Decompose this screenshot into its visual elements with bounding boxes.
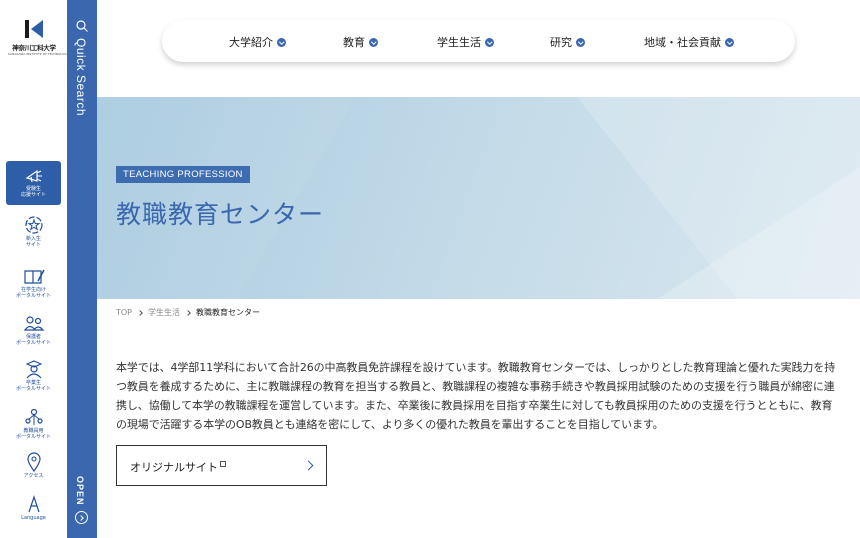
nav-item-label: 地域・社会貢献 (644, 36, 721, 49)
chevron-right-icon (137, 309, 143, 316)
parents-icon (23, 313, 45, 333)
sidebar-item-label: 卒業生 ポータルサイト (15, 380, 51, 392)
breadcrumb-top[interactable]: TOP (116, 308, 132, 317)
logo-mark-icon (23, 18, 45, 40)
sidebar-item-label: 新入生 サイト (25, 236, 41, 248)
logo-sub: KANAGAWA INSTITUTE OF TECHNOLOGY (8, 52, 69, 56)
original-site-label: オリジナルサイト (130, 459, 226, 475)
letter-a-icon (23, 494, 45, 514)
open-label[interactable]: OPEN (75, 476, 85, 506)
sidebar-item-freshmen[interactable]: 新入生 サイト (6, 211, 61, 255)
chevron-down-icon (725, 37, 734, 47)
chevron-right-icon (185, 309, 191, 316)
search-icon[interactable] (75, 18, 89, 32)
flower-icon (23, 215, 45, 235)
sidebar-item-label: アクセス (23, 473, 44, 479)
sidebar-item-label: 教職員用 ポータルサイト (15, 428, 51, 440)
breadcrumb-current: 教職教育センター (196, 308, 261, 317)
sidebar-item-label: 保護者 ポータルサイト (15, 334, 51, 346)
chevron-down-icon (485, 37, 494, 47)
university-logo[interactable]: 神奈川工科大学 KANAGAWA INSTITUTE OF TECHNOLOGY (8, 18, 69, 56)
hero-tag: TEACHING PROFESSION (116, 166, 250, 183)
sidebar-item-examinees[interactable]: 受験生 応援サイト (6, 161, 61, 205)
graduate-icon (23, 359, 45, 379)
map-pin-icon (23, 452, 45, 473)
quick-search-panel[interactable]: Quick Search OPEN (67, 0, 97, 538)
sidebar-item-alumni[interactable]: 卒業生 ポータルサイト (6, 355, 61, 399)
chevron-right-icon (303, 460, 314, 471)
original-site-button[interactable]: オリジナルサイト (116, 445, 327, 486)
sidebar-item-language[interactable]: Language (6, 490, 61, 526)
global-nav: 大学紹介 教育 学生生活 研究 地域・社会貢献 (162, 20, 795, 62)
sidebar: 神奈川工科大学 KANAGAWA INSTITUTE OF TECHNOLOGY… (0, 0, 69, 538)
hero-banner: TEACHING PROFESSION 教職教育センター (97, 97, 860, 299)
sidebar-item-label: 在学生向け ポータルサイト (15, 287, 51, 299)
external-link-icon (220, 461, 226, 467)
breadcrumb-student-life[interactable]: 学生生活 (148, 307, 180, 318)
breadcrumb: TOP 学生生活 教職教育センター (116, 307, 260, 318)
sidebar-item-label: Language (21, 515, 46, 521)
nav-item-label: 学生生活 (437, 36, 481, 49)
nav-item-education[interactable]: 教育 (343, 34, 378, 50)
intro-paragraph: 本学では、4学部11学科において合計26の中高教員免許課程を設けています。教職教… (116, 361, 836, 431)
sidebar-item-staff[interactable]: 教職員用 ポータルサイト (6, 403, 61, 447)
nav-item-student-life[interactable]: 学生生活 (437, 34, 494, 50)
nav-item-label: 教育 (343, 36, 365, 49)
book-pencil-icon (23, 266, 45, 286)
quick-search-label[interactable]: Quick Search (74, 38, 88, 116)
nav-item-label: 大学紹介 (229, 36, 273, 49)
open-chevron-icon[interactable] (75, 511, 88, 524)
chevron-down-icon (576, 37, 585, 47)
chevron-down-icon (369, 37, 378, 47)
sidebar-item-students[interactable]: 在学生向け ポータルサイト (6, 262, 61, 306)
nav-item-about[interactable]: 大学紹介 (229, 34, 286, 50)
staff-network-icon (23, 407, 45, 427)
sidebar-item-parents[interactable]: 保護者 ポータルサイト (6, 309, 61, 353)
nav-item-community[interactable]: 地域・社会貢献 (644, 34, 734, 50)
megaphone-icon (23, 165, 45, 185)
sidebar-item-label: 受験生 応援サイト (20, 186, 46, 198)
logo-name: 神奈川工科大学 (12, 44, 56, 52)
nav-item-research[interactable]: 研究 (550, 34, 585, 50)
sidebar-item-access[interactable]: アクセス (6, 448, 61, 484)
chevron-down-icon (277, 37, 286, 47)
nav-item-label: 研究 (550, 36, 572, 49)
page-title: 教職教育センター (116, 200, 325, 229)
